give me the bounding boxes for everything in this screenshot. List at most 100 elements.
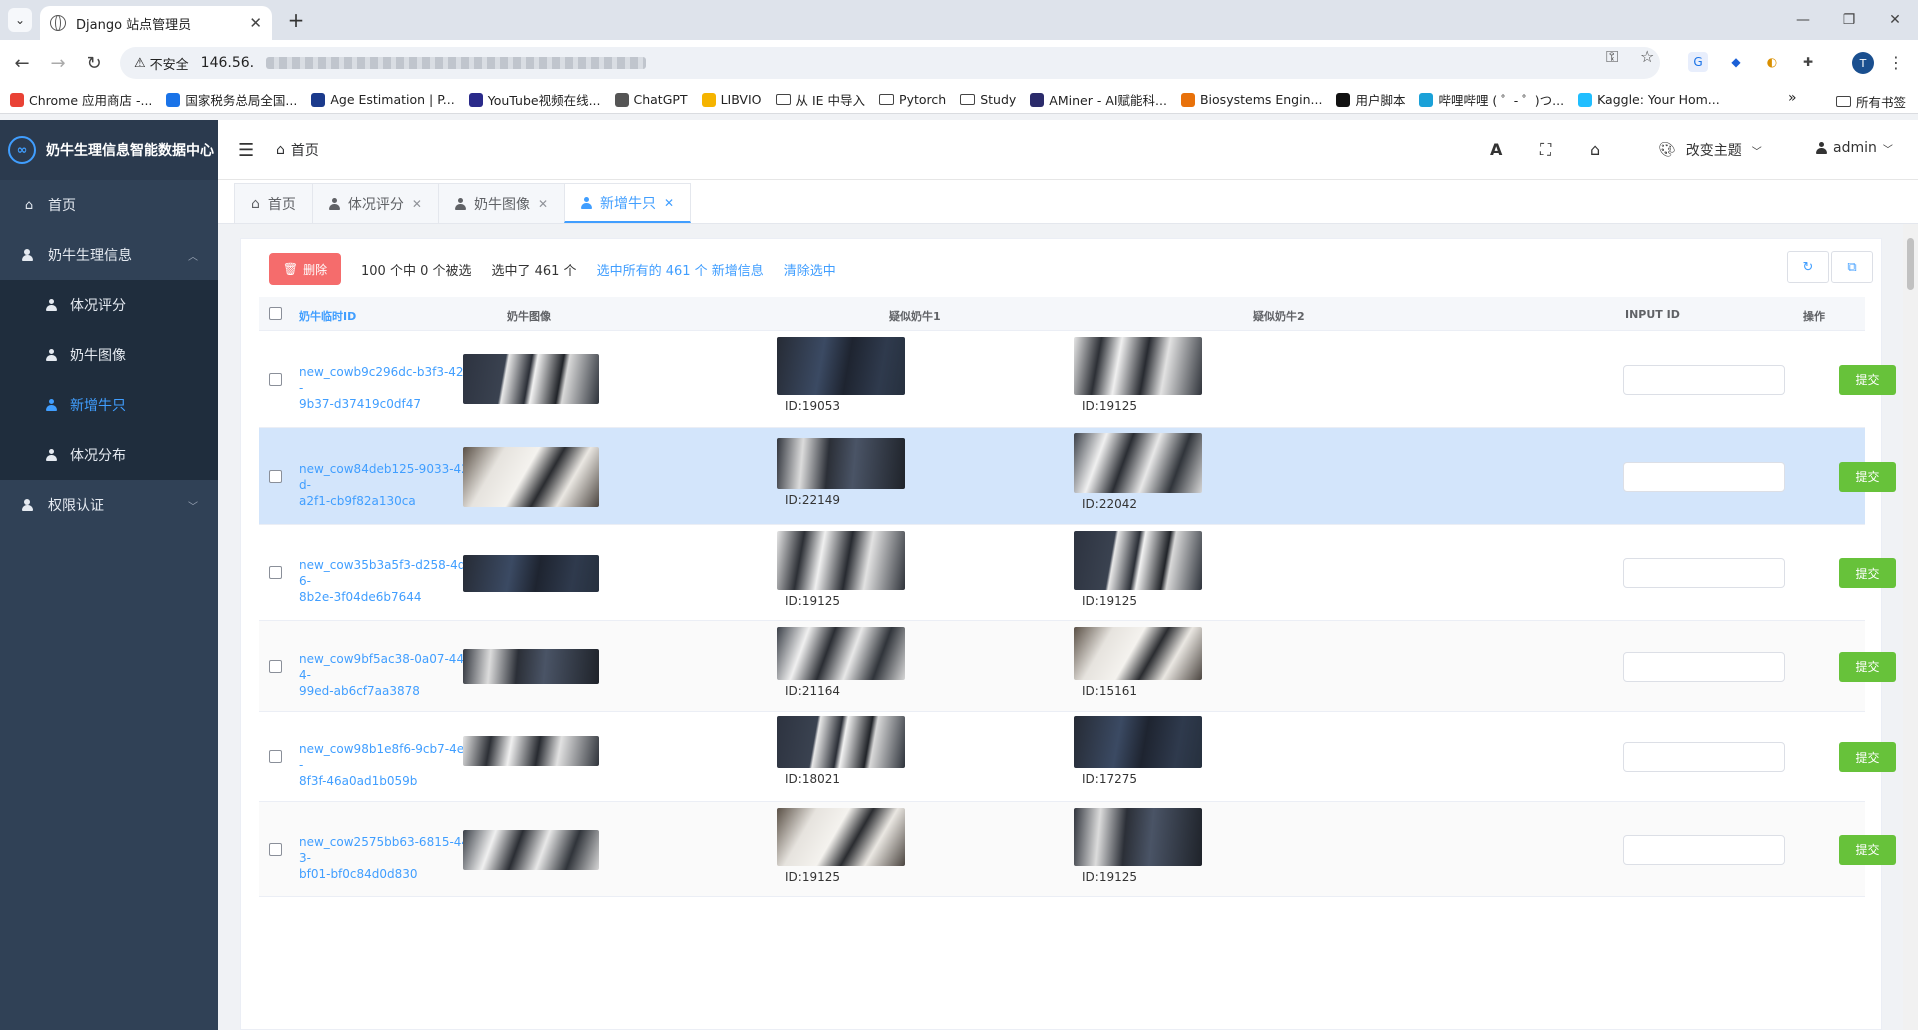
tab-new-cows[interactable]: 新增牛只 ✕: [564, 183, 692, 223]
sidebar-item-cow-physiology[interactable]: 奶牛生理信息 ︿: [0, 230, 218, 280]
sidebar-item-cow-images[interactable]: 奶牛图像: [0, 330, 218, 380]
user-icon: [581, 196, 593, 209]
delete-button[interactable]: 🗑︎ 删除: [269, 253, 341, 285]
font-size-icon[interactable]: A: [1490, 140, 1502, 159]
tab-search-button[interactable]: ⌄: [8, 8, 32, 32]
cow-temp-id-link[interactable]: new_cow9bf5ac38-0a07-4474- 99ed-ab6cf7aa3…: [299, 651, 479, 699]
export-button[interactable]: ⧉: [1831, 251, 1873, 283]
bookmark-item[interactable]: Study: [960, 92, 1016, 107]
input-id-field[interactable]: [1623, 651, 1785, 682]
input-id-field[interactable]: [1623, 742, 1785, 772]
vertical-scrollbar[interactable]: [1903, 224, 1918, 1030]
similar-cow1-id: ID:21164: [785, 684, 840, 698]
scrollbar-thumb[interactable]: [1907, 238, 1914, 290]
browser-tab-active[interactable]: Django 站点管理员 ✕: [40, 6, 272, 40]
col-temp-id[interactable]: 奶牛临时ID: [299, 308, 356, 324]
submit-button[interactable]: 提交: [1839, 742, 1896, 772]
key-icon[interactable]: ⚿: [1606, 47, 1618, 67]
breadcrumb-home[interactable]: 首页: [291, 140, 319, 160]
bookmark-item[interactable]: Chrome 应用商店 -...: [10, 90, 152, 109]
sidebar-item-auth[interactable]: 权限认证 ﹀: [0, 480, 218, 530]
submit-button[interactable]: 提交: [1839, 558, 1896, 588]
cow-image: [463, 830, 599, 870]
bookmark-item[interactable]: 用户脚本: [1336, 90, 1405, 109]
tab-body-score[interactable]: 体况评分 ✕: [311, 183, 439, 223]
forward-button[interactable]: →: [44, 50, 72, 76]
close-icon[interactable]: ✕: [412, 197, 422, 211]
submit-button[interactable]: 提交: [1839, 834, 1896, 865]
bookmarks-overflow-icon[interactable]: »: [1788, 90, 1797, 106]
translate-extension-icon[interactable]: G: [1688, 52, 1708, 72]
user-menu[interactable]: admin ﹀: [1816, 140, 1893, 156]
input-id-field[interactable]: [1623, 364, 1785, 395]
bookmark-item[interactable]: Biosystems Engin...: [1180, 92, 1322, 107]
cow-temp-id-link[interactable]: new_cowb9c296dc-b3f3-42bd- 9b37-d37419c0d…: [299, 364, 479, 412]
row-checkbox[interactable]: [269, 469, 282, 483]
sidebar-item-body-score[interactable]: 体况评分: [0, 280, 218, 330]
sidebar-item-new-cows[interactable]: 新增牛只: [0, 380, 218, 430]
submit-button[interactable]: 提交: [1839, 651, 1896, 682]
security-indicator[interactable]: ⚠ 不安全: [134, 54, 189, 73]
hamburger-icon[interactable]: ☰: [238, 140, 254, 161]
minimize-button[interactable]: —: [1788, 8, 1818, 32]
bookmark-item[interactable]: Age Estimation | P...: [311, 92, 455, 107]
input-id-field[interactable]: [1623, 461, 1785, 492]
cow-temp-id-link[interactable]: new_cow84deb125-9033-420d-a2f1-cb9f82a13…: [299, 461, 479, 509]
graduation-extension-icon[interactable]: ◆: [1726, 52, 1746, 72]
restore-button[interactable]: ❐: [1834, 8, 1864, 32]
submit-button[interactable]: 提交: [1839, 364, 1896, 395]
new-tab-button[interactable]: +: [284, 8, 308, 32]
table-row: new_cow98b1e8f6-9cb7-4efa- 8f3f-46a0ad1b0…: [259, 712, 1896, 802]
bookmark-item[interactable]: YouTube视频在线...: [468, 90, 601, 109]
theme-switcher[interactable]: 🎨︎ 改变主题 ﹀: [1658, 140, 1762, 160]
browser-tab-bar: ⌄ Django 站点管理员 ✕ + — ❐ ✕: [0, 0, 1918, 40]
bookmark-item[interactable]: 从 IE 中导入: [775, 90, 865, 109]
select-all-checkbox[interactable]: [269, 307, 282, 320]
bookmark-item[interactable]: Pytorch: [879, 92, 946, 107]
row-checkbox[interactable]: [269, 842, 282, 856]
cow-temp-id-line2: 8b2e-3f04de6b7644: [299, 590, 422, 604]
bookmark-item[interactable]: AMiner - AI赋能科...: [1030, 90, 1167, 109]
cow-temp-id-link[interactable]: new_cow2575bb63-6815-4413- bf01-bf0c84d0d…: [299, 834, 479, 882]
bookmark-item[interactable]: 哔哩哔哩 ( ゜- ゜)つ...: [1419, 90, 1564, 109]
color-extension-icon[interactable]: ◐: [1762, 52, 1782, 72]
more-vert-icon[interactable]: ⋮: [1886, 52, 1906, 72]
input-id-field[interactable]: [1623, 834, 1785, 865]
home-icon[interactable]: ⌂: [1590, 140, 1600, 159]
bookmark-item[interactable]: LIBVIO: [701, 92, 762, 107]
reload-button[interactable]: ↻: [80, 50, 108, 76]
star-icon[interactable]: ☆: [1640, 47, 1654, 66]
back-button[interactable]: ←: [8, 50, 36, 76]
row-checkbox[interactable]: [269, 659, 282, 673]
refresh-button[interactable]: ↻: [1787, 251, 1829, 283]
input-id-field[interactable]: [1623, 558, 1785, 588]
sidebar-item-body-distribution[interactable]: 体况分布: [0, 430, 218, 480]
bookmark-item[interactable]: ChatGPT: [614, 92, 688, 107]
omnibox[interactable]: ⚠ 不安全 146.56.: [120, 47, 1660, 79]
profile-avatar[interactable]: T: [1852, 52, 1874, 74]
tab-cow-images[interactable]: 奶牛图像 ✕: [437, 183, 566, 223]
extensions-puzzle-icon[interactable]: ✚: [1798, 52, 1818, 72]
submit-button[interactable]: 提交: [1839, 461, 1896, 492]
bookmark-item[interactable]: 国家税务总局全国...: [166, 90, 297, 109]
cow-temp-id-link[interactable]: new_cow35b3a5f3-d258-4de6- 8b2e-3f04de6b7…: [299, 557, 479, 605]
cow-temp-id-line2: bf01-bf0c84d0d830: [299, 866, 418, 881]
fullscreen-icon[interactable]: ⛶: [1540, 140, 1551, 160]
row-checkbox[interactable]: [269, 372, 282, 386]
close-icon[interactable]: ✕: [664, 196, 674, 210]
cow-temp-id-line1: new_cow35b3a5f3-d258-4de6-: [299, 558, 473, 588]
cow-temp-id-link[interactable]: new_cow98b1e8f6-9cb7-4efa- 8f3f-46a0ad1b0…: [299, 741, 479, 789]
clear-selection-link[interactable]: 清除选中: [784, 260, 836, 279]
brand[interactable]: ∞ 奶牛生理信息智能数据中心: [0, 120, 218, 180]
sidebar-item-home[interactable]: ⌂ 首页: [0, 180, 218, 230]
close-icon[interactable]: ✕: [538, 197, 548, 211]
close-window-button[interactable]: ✕: [1880, 8, 1910, 32]
tab-home[interactable]: ⌂ 首页: [234, 183, 313, 223]
row-checkbox[interactable]: [269, 750, 282, 763]
bookmark-favicon-icon: [1419, 92, 1434, 107]
close-icon[interactable]: ✕: [249, 14, 262, 32]
row-checkbox[interactable]: [269, 566, 282, 579]
bookmark-item[interactable]: Kaggle: Your Hom...: [1578, 92, 1720, 107]
select-all-link[interactable]: 选中所有的 461 个 新增信息: [597, 260, 764, 279]
all-bookmarks[interactable]: 所有书签: [1836, 92, 1906, 111]
